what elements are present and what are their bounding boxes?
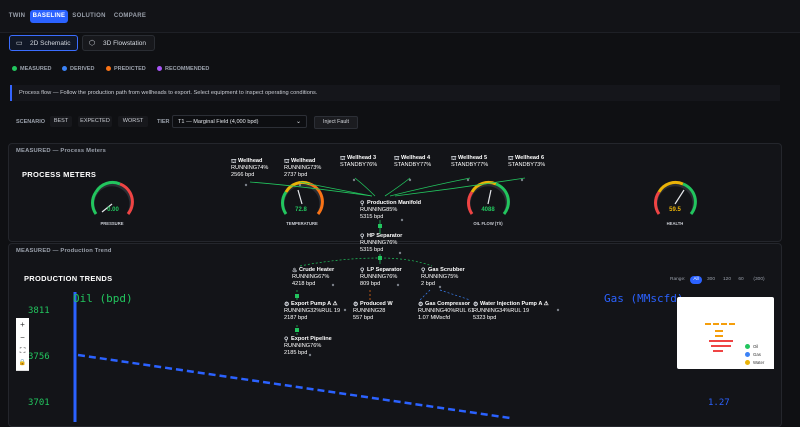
node-wellhead-2[interactable]: ⛫Wellhead RUNNING73% 2737 bpd (284, 158, 321, 178)
warning-icon: ⚠ (332, 301, 338, 307)
node-crude-heater[interactable]: ♨ Crude Heater RUNNING67% 4218 bpd (292, 267, 334, 287)
node-lp-separator[interactable]: ⚲ LP Separator RUNNING76% 809 bpd (360, 267, 402, 287)
node-export-pump-a[interactable]: ⚙ Export Pump A ⚠ RUNNING32%RUL 19 2187 b… (284, 301, 340, 321)
node-wellhead-3[interactable]: ⛫Wellhead 3 STANDBY76% (340, 155, 377, 169)
node-production-manifold[interactable]: ⚲ Production Manifold RUNNING85% 5315 bpd (360, 200, 421, 220)
node-produced-water[interactable]: ⚙ Produced W RUNNING28 557 bpd (353, 301, 393, 321)
node-water-injection-pump[interactable]: ⚙ Water Injection Pump A ⚠ RUNNING34%RUL … (473, 301, 549, 321)
node-wellhead-5[interactable]: ⛫Wellhead 5 STANDBY77% (451, 155, 488, 169)
node-wellhead-1[interactable]: ⛫Wellhead RUNNING74% 2566 bpd (231, 158, 268, 178)
node-wellhead-4[interactable]: ⛫Wellhead 4 STANDBY77% (394, 155, 431, 169)
node-gas-scrubber[interactable]: ⚲ Gas Scrubber RUNNING75% 2 bpd (421, 267, 465, 287)
warning-icon: ⚠ (543, 301, 549, 307)
node-gas-compressor[interactable]: ⚙ Gas Compressor RUNNING40%RUL 61 1.07 MM… (418, 301, 474, 321)
node-hp-separator[interactable]: ⚲ HP Separator RUNNING76% 5315 bpd (360, 233, 402, 253)
node-wellhead-6[interactable]: ⛫Wellhead 6 STANDBY73% (508, 155, 545, 169)
node-export-pipeline[interactable]: ⚲ Export Pipeline RUNNING76% 2185 bpd (284, 336, 332, 356)
